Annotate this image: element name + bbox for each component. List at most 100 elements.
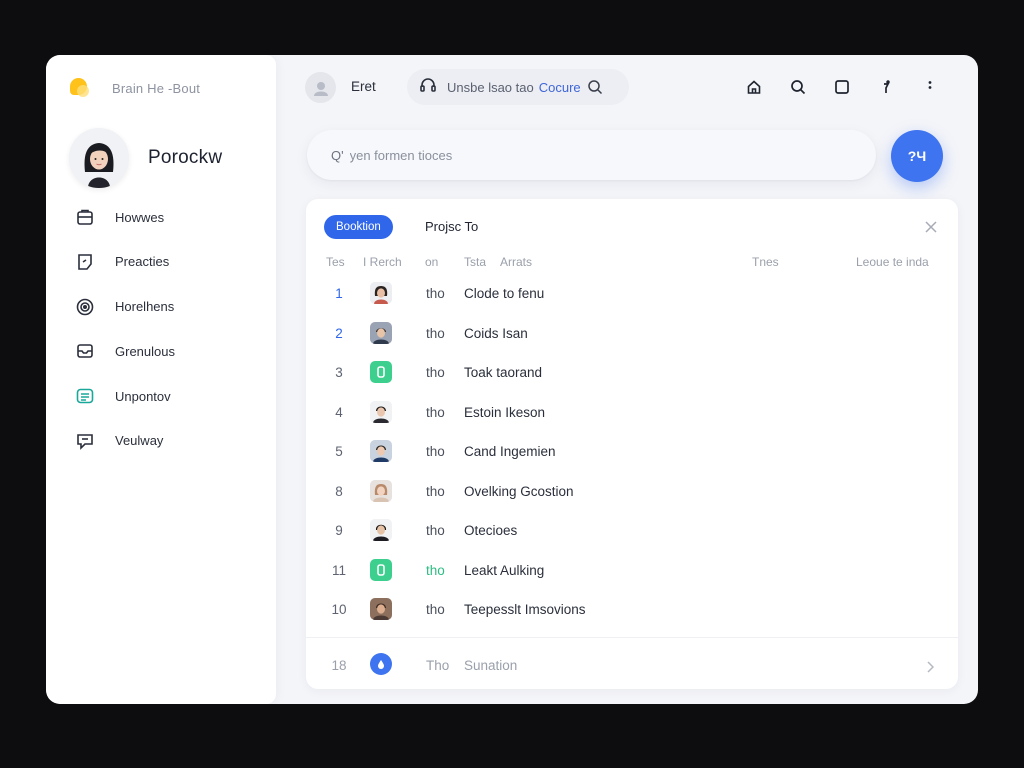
- workspace-pill[interactable]: Unsbe lsao tao Cocure: [407, 69, 629, 105]
- avatar: [370, 440, 392, 462]
- sidebar-item-grenulous[interactable]: Grenulous: [74, 339, 175, 363]
- table-row[interactable]: 5 tho Cand Ingemien: [306, 432, 958, 472]
- drop-icon: [370, 653, 392, 675]
- avatar: [370, 598, 392, 620]
- top-username: Eret: [351, 79, 376, 94]
- avatar: [370, 479, 392, 502]
- table-row[interactable]: 1 tho Clode to fenu: [306, 274, 958, 314]
- profile[interactable]: Porockw: [69, 128, 222, 188]
- row-name: Leakt Aulking: [464, 562, 545, 578]
- close-icon[interactable]: [924, 220, 938, 234]
- row-number: 11: [331, 562, 346, 578]
- search-icon[interactable]: [776, 76, 820, 98]
- sidebar-item-unpontov[interactable]: Unpontov: [74, 384, 175, 408]
- table-header: Tes I Rerch on Tsta Arrats Tnes Leoue te…: [306, 255, 958, 271]
- sidebar-item-horelhens[interactable]: Horelhens: [74, 295, 175, 319]
- table-row[interactable]: 3 tho Toak taorand: [306, 353, 958, 393]
- row-code: tho: [426, 365, 445, 380]
- row-code: tho: [426, 562, 445, 578]
- sidebar-item-label: Preacties: [115, 254, 170, 270]
- table-row[interactable]: 2 tho Coids Isan: [306, 314, 958, 354]
- row-name: Sunation: [464, 658, 518, 673]
- profile-name: Porockw: [148, 147, 223, 168]
- row-number: 9: [335, 523, 343, 538]
- divider: [306, 637, 958, 638]
- row-number: 4: [335, 404, 343, 420]
- inbox-icon: [74, 340, 96, 362]
- row-number: 10: [331, 602, 347, 617]
- row-name: Teepesslt Imsovions: [464, 602, 586, 617]
- row-name: Otecioes: [464, 523, 518, 538]
- search-icon[interactable]: [587, 79, 603, 95]
- table-row[interactable]: 9 tho Otecioes: [306, 511, 958, 551]
- col-header[interactable]: Tsta: [464, 255, 486, 269]
- sidebar-item-label: Howwes: [115, 209, 165, 225]
- row-code: tho: [426, 523, 445, 538]
- col-header[interactable]: I Rerch: [363, 255, 402, 269]
- app-icon: [370, 361, 392, 383]
- project-panel: Booktion Projsc To Tes I Rerch on Tsta A…: [306, 199, 958, 689]
- chevron-right-icon[interactable]: [926, 660, 935, 678]
- more-icon[interactable]: [908, 76, 952, 98]
- col-header[interactable]: Tes: [326, 255, 345, 269]
- app-icon: [370, 558, 392, 581]
- sidebar-item-preacties[interactable]: Preacties: [74, 250, 175, 274]
- search-prefix: Q': [331, 147, 344, 163]
- row-name: Ovelking Gcostion: [464, 483, 574, 499]
- pill-label: Unsbe lsao tao: [447, 79, 534, 95]
- table-row[interactable]: 10 tho Teepesslt Imsovions: [306, 590, 958, 630]
- row-name: Coids Isan: [464, 325, 528, 341]
- table-row[interactable]: 4 tho Estoin Ikeson: [306, 393, 958, 433]
- briefcase-icon: [74, 206, 96, 228]
- row-number: 1: [335, 286, 343, 301]
- avatar: [370, 400, 392, 423]
- spiral-icon: [74, 296, 96, 318]
- flash-icon[interactable]: [864, 76, 908, 98]
- row-code: tho: [426, 325, 445, 341]
- row-code: tho: [426, 602, 445, 617]
- table-footer-row[interactable]: 18 Tho Sunation: [306, 647, 958, 683]
- user-avatar[interactable]: [305, 72, 336, 103]
- sidebar: Brain He -Bout Porockw Howwes Preacties …: [46, 55, 276, 704]
- sidebar-nav: Howwes Preacties Horelhens Grenulous Unp…: [74, 205, 175, 474]
- home-icon[interactable]: [732, 76, 776, 98]
- row-number: 8: [335, 483, 343, 499]
- sidebar-item-howwes[interactable]: Howwes: [74, 205, 175, 229]
- fab-button[interactable]: ?Ч: [891, 130, 943, 182]
- chat-icon: [74, 430, 96, 452]
- booking-chip[interactable]: Booktion: [324, 215, 393, 239]
- panel-title: Projsc To: [425, 219, 479, 234]
- row-code: Tho: [426, 658, 450, 673]
- toolbar: [732, 76, 952, 98]
- pill-text: Unsbe lsao tao Cocure: [447, 80, 581, 95]
- avatar: [370, 519, 392, 541]
- avatar: [370, 321, 392, 344]
- search-bar[interactable]: Q': [307, 130, 876, 180]
- brand-title: Brain He -Bout: [112, 80, 201, 96]
- avatar: [69, 128, 129, 188]
- table-row[interactable]: 11 tho Leakt Aulking: [306, 551, 958, 591]
- note-icon: [74, 251, 96, 273]
- col-header[interactable]: Tnes: [752, 255, 779, 269]
- brand[interactable]: Brain He -Bout: [70, 77, 200, 99]
- row-number: 2: [335, 325, 343, 341]
- table-row[interactable]: 8 tho Ovelking Gcostion: [306, 472, 958, 512]
- sidebar-item-label: Unpontov: [115, 388, 171, 404]
- row-name: Clode to fenu: [464, 286, 545, 301]
- sidebar-item-label: Horelhens: [115, 299, 175, 315]
- user-icon: [313, 81, 328, 96]
- pill-accent: Cocure: [538, 79, 581, 95]
- sidebar-item-veulway[interactable]: Veulway: [74, 429, 175, 453]
- row-code: tho: [426, 444, 445, 459]
- col-header[interactable]: on: [425, 255, 438, 269]
- sidebar-item-label: Grenulous: [115, 343, 175, 359]
- list-icon: [74, 385, 96, 407]
- row-number: 3: [335, 365, 343, 380]
- row-code: tho: [426, 404, 445, 420]
- search-input[interactable]: [349, 147, 830, 163]
- sidebar-item-label: Veulway: [115, 433, 164, 449]
- col-header[interactable]: Leoue te inda: [856, 255, 929, 269]
- col-header[interactable]: Arrats: [500, 255, 532, 269]
- row-number: 5: [335, 444, 343, 459]
- window-icon[interactable]: [820, 76, 864, 98]
